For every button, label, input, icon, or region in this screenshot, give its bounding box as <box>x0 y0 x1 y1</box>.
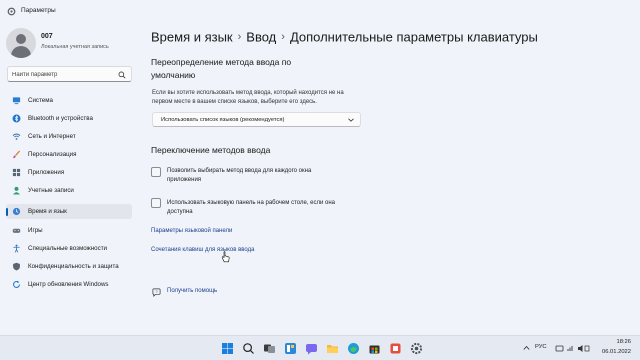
breadcrumb-input[interactable]: Ввод <box>246 29 276 44</box>
svg-text:?: ? <box>155 289 158 294</box>
sidebar-item-privacy[interactable]: Конфиденциальность и защита <box>6 259 132 274</box>
input-method-dropdown[interactable]: Использовать список языков (рекомендуетс… <box>152 112 361 127</box>
override-description-line2: первом месте в вашем списке языков, выбе… <box>152 99 317 105</box>
breadcrumb-separator: › <box>237 30 242 43</box>
settings-window: Параметры 007 Локальная учетная запись С… <box>0 0 640 335</box>
shield-icon <box>13 262 20 271</box>
sidebar-item-label: Bluetooth и устройства <box>28 115 93 122</box>
sidebar-item-label: Персонализация <box>28 151 77 158</box>
taskbar: РУС 18:26 06.01.2022 <box>0 335 640 360</box>
start-icon[interactable] <box>221 342 234 355</box>
accessibility-icon <box>13 244 20 253</box>
search-box[interactable] <box>7 66 132 82</box>
get-help-link[interactable]: Получить помощь <box>167 288 217 294</box>
main-content: Время и язык › Ввод › Дополнительные парамет… <box>140 22 640 335</box>
sidebar-item-label: Конфиденциальность и защита <box>28 263 119 270</box>
switching-title: Переключение методов ввода <box>151 145 271 155</box>
dropdown-value: Использовать список языков (рекомендуетс… <box>161 117 285 123</box>
sidebar-item-apps[interactable]: Приложения <box>6 165 132 180</box>
sidebar-item-bluetooth[interactable]: Bluetooth и устройства <box>6 111 132 126</box>
clock-time[interactable]: 18:26 <box>598 339 631 345</box>
sidebar-item-label: Центр обновления Windows <box>28 281 109 288</box>
breadcrumb-time-language[interactable]: Время и язык <box>151 29 233 44</box>
input-language-hotkeys-link[interactable]: Сочетания клавиш для языков ввода <box>151 247 254 253</box>
chat-icon[interactable] <box>305 342 318 355</box>
sidebar-item-time-language[interactable]: Время и язык <box>6 204 132 219</box>
language-bar-options-link[interactable]: Параметры языковой панели <box>151 228 232 234</box>
edge-icon[interactable] <box>347 342 360 355</box>
settings-icon[interactable] <box>410 342 423 355</box>
person-icon <box>13 186 20 195</box>
store-icon[interactable] <box>368 342 381 355</box>
chevron-down-icon <box>348 118 354 122</box>
sidebar-item-gaming[interactable]: Игры <box>6 223 132 238</box>
clock-date[interactable]: 06.01.2022 <box>590 349 631 355</box>
widgets-icon[interactable] <box>284 342 297 355</box>
search-icon[interactable] <box>118 71 126 79</box>
apps-icon <box>12 168 21 177</box>
active-indicator <box>6 208 8 216</box>
display-icon <box>12 97 21 105</box>
hand-cursor-icon <box>221 251 230 263</box>
sidebar-item-network[interactable]: Сеть и Интернет <box>6 129 132 144</box>
override-title-line2: умолчанию <box>151 70 196 80</box>
chevron-up-icon[interactable] <box>523 345 530 351</box>
sidebar-item-windows-update[interactable]: Центр обновления Windows <box>6 277 132 292</box>
per-app-input-label-line2: приложения <box>167 177 202 183</box>
sidebar-item-label: Время и язык <box>28 208 67 215</box>
sidebar-item-personalization[interactable]: Персонализация <box>6 147 132 162</box>
user-account-type: Локальная учетная запись <box>41 44 109 50</box>
override-title-line1: Переопределение метода ввода по <box>151 57 292 67</box>
language-bar-checkbox[interactable] <box>151 198 161 208</box>
breadcrumb: Время и язык › Ввод › Дополнительные парамет… <box>151 28 538 44</box>
sidebar-item-label: Система <box>28 97 53 104</box>
brush-icon <box>12 150 21 159</box>
breadcrumb-separator: › <box>281 30 285 43</box>
help-icon[interactable]: ? <box>152 288 161 297</box>
language-bar-label-line1: Использовать языковую панель на рабочем … <box>167 200 335 206</box>
avatar[interactable] <box>6 28 36 58</box>
sidebar-item-system[interactable]: Система <box>6 93 132 108</box>
input-language-indicator[interactable]: РУС <box>535 344 547 350</box>
page-title: Дополнительные параметры клавиатуры <box>289 29 538 45</box>
sidebar: 007 Локальная учетная запись Система Blu… <box>0 22 140 335</box>
sidebar-item-accessibility[interactable]: Специальные возможности <box>6 241 132 256</box>
sidebar-item-label: Учетные записи <box>28 187 74 194</box>
sidebar-item-label: Приложения <box>28 169 65 176</box>
sidebar-item-label: Игры <box>28 227 43 234</box>
title-bar: Параметры <box>0 0 640 22</box>
search-input[interactable] <box>12 69 112 80</box>
sidebar-item-label: Сеть и Интернет <box>28 133 76 140</box>
globe-clock-icon <box>12 207 21 216</box>
office-icon[interactable] <box>389 342 402 355</box>
language-bar-label-line2: доступна <box>167 209 193 215</box>
sidebar-item-label: Специальные возможности <box>28 245 107 252</box>
window-title: Параметры <box>21 7 56 14</box>
per-app-input-label-line1: Позволить выбирать метод ввода для каждо… <box>167 168 312 174</box>
user-name: 007 <box>41 33 53 40</box>
update-icon <box>13 280 21 288</box>
gamepad-icon <box>12 228 21 233</box>
wifi-icon <box>12 133 21 140</box>
system-tray-icons[interactable] <box>555 344 590 353</box>
task-view-icon[interactable] <box>263 342 276 355</box>
settings-app-icon <box>7 7 16 16</box>
override-description-line1: Если вы хотите использовать метод ввода,… <box>152 90 344 96</box>
search-icon[interactable] <box>242 342 255 355</box>
bluetooth-icon <box>12 114 21 123</box>
per-app-input-checkbox[interactable] <box>151 167 161 177</box>
sidebar-item-accounts[interactable]: Учетные записи <box>6 183 132 198</box>
file-explorer-icon[interactable] <box>326 342 339 355</box>
